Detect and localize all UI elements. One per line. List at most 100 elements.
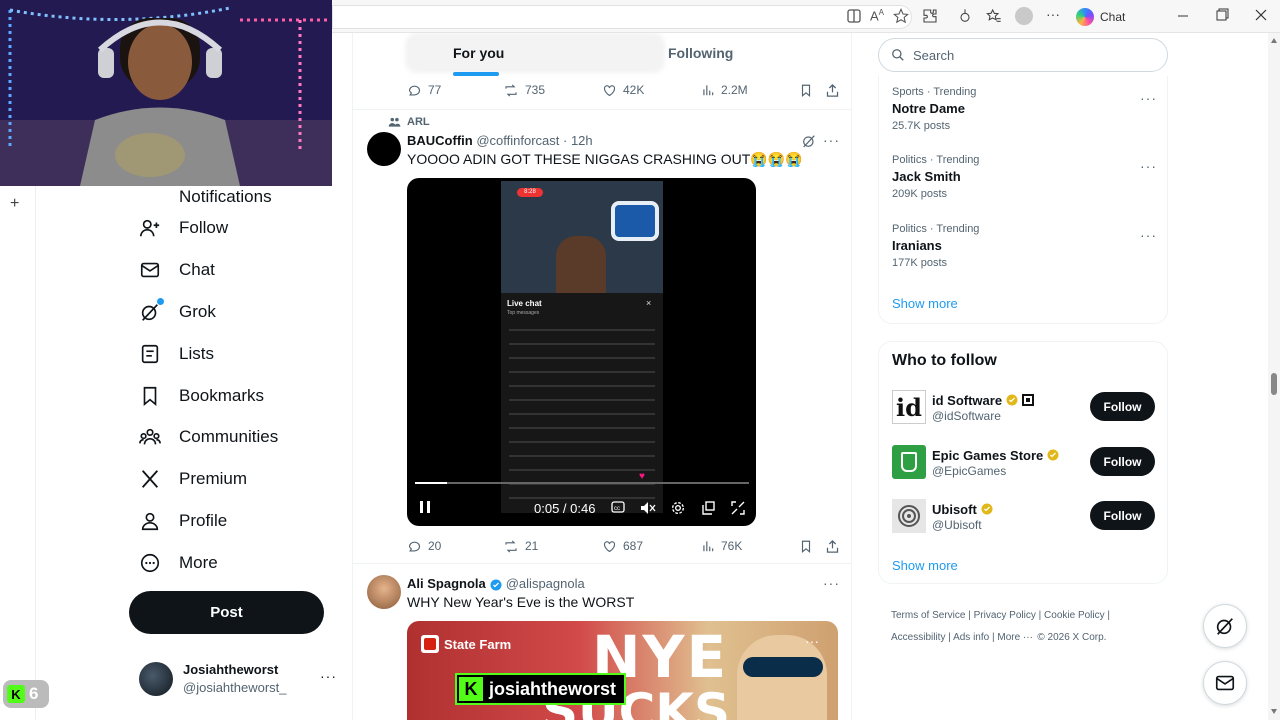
author-handle[interactable]: @coffinforcast [476, 133, 559, 148]
footer-ads[interactable]: Ads info [953, 632, 989, 643]
maximize-window-icon[interactable] [1215, 8, 1231, 24]
share-icon[interactable] [825, 539, 840, 554]
tab-following[interactable]: Following [668, 45, 733, 61]
nav-item-bookmarks[interactable]: Bookmarks [139, 376, 264, 416]
tweet-more-icon[interactable]: ··· [823, 575, 840, 591]
like-button[interactable]: 687 [602, 539, 643, 554]
footer-more[interactable]: More ··· [997, 632, 1033, 643]
favorites-list-icon[interactable] [986, 8, 1004, 26]
reply-button[interactable]: 77 [407, 83, 441, 98]
nav-item-chat[interactable]: Chat [139, 250, 215, 290]
footer-accessibility[interactable]: Accessibility [891, 632, 945, 643]
avatar[interactable] [367, 132, 401, 166]
trend-item[interactable]: Politics · Trending Jack Smith 209K post… [892, 154, 1162, 214]
read-aloud-icon[interactable]: AA [870, 8, 888, 26]
extensions-icon[interactable] [922, 8, 940, 26]
browser-profile-icon[interactable] [1015, 7, 1033, 25]
who-to-follow-panel: Who to follow id id Software @idSoftware… [878, 341, 1168, 584]
nav-item-communities[interactable]: Communities [139, 417, 278, 457]
suggestion-name[interactable]: Epic Games Store [932, 448, 1043, 463]
scroll-up-icon[interactable] [1271, 38, 1277, 43]
tweet-time[interactable]: · 12h [563, 133, 593, 148]
share-icon[interactable] [825, 83, 840, 98]
follow-label: Follow [1103, 399, 1142, 414]
browser-menu-icon[interactable]: ··· [1046, 6, 1064, 24]
bookmark-icon[interactable] [799, 83, 813, 98]
account-switcher[interactable]: Josiahtheworst @josiahtheworst_ ··· [139, 660, 339, 700]
reply-button[interactable]: 20 [407, 539, 441, 554]
scroll-down-icon[interactable] [1271, 709, 1277, 714]
epic-games-logo-icon[interactable] [892, 445, 926, 479]
browser-essentials-icon[interactable] [957, 8, 975, 26]
show-more-link[interactable]: Show more [892, 558, 958, 573]
close-window-icon[interactable] [1254, 8, 1270, 24]
show-more-link[interactable]: Show more [892, 296, 958, 311]
trend-item[interactable]: Politics · Trending Iranians 177K posts … [892, 223, 1162, 283]
pause-icon[interactable] [419, 500, 431, 514]
footer-terms[interactable]: Terms of Service [891, 610, 965, 621]
community-label[interactable]: ARL [407, 116, 430, 128]
thumbnail-more-icon[interactable]: ··· [805, 633, 819, 649]
like-button[interactable]: 42K [602, 83, 644, 98]
trend-item[interactable]: Sports · Trending Notre Dame 25.7K posts… [892, 86, 1162, 146]
follow-button[interactable]: Follow [1090, 392, 1155, 421]
follow-button[interactable]: Follow [1090, 501, 1155, 530]
ubisoft-logo-icon[interactable] [892, 499, 926, 533]
video-player[interactable]: 8:28 Live chat Top messages × ♥ 0:05 / 0… [407, 178, 756, 526]
page-scrollbar[interactable] [1268, 33, 1280, 720]
favorite-star-icon[interactable] [893, 8, 911, 26]
like-count: 687 [623, 539, 644, 553]
bookmark-icon[interactable] [799, 539, 813, 554]
trend-more-icon[interactable]: ··· [1140, 158, 1157, 174]
author-name[interactable]: BAUCoffin [407, 133, 473, 148]
video-thumbnail[interactable]: State Farm NYE SUCKS ··· K josiahthewors… [407, 621, 838, 720]
trend-more-icon[interactable]: ··· [1140, 227, 1157, 243]
scrollbar-thumb[interactable] [1271, 373, 1277, 395]
id-software-logo-icon[interactable]: id [892, 390, 926, 424]
captions-icon[interactable]: cc [611, 501, 625, 514]
picture-in-picture-icon[interactable] [701, 501, 715, 515]
account-more-icon[interactable]: ··· [320, 668, 337, 684]
mute-icon[interactable] [640, 501, 656, 515]
grok-explain-icon[interactable] [801, 133, 817, 149]
settings-gear-icon[interactable] [670, 500, 686, 516]
fullscreen-icon[interactable] [731, 501, 745, 515]
address-bar[interactable] [332, 5, 912, 29]
chat-icon [139, 259, 161, 281]
nav-label: Communities [179, 427, 279, 446]
tab-for-you[interactable]: For you [453, 45, 504, 61]
streamer-figure [556, 236, 606, 293]
repost-button[interactable]: 735 [503, 83, 545, 98]
suggestion-name[interactable]: id Software [932, 393, 1002, 408]
nav-item-notifications[interactable]: Notifications [139, 168, 272, 204]
grok-floating-button[interactable] [1203, 604, 1247, 648]
views-button[interactable]: 2.2M [701, 83, 748, 97]
heart-icon: ♥ [639, 471, 645, 482]
suggestion-name[interactable]: Ubisoft [932, 502, 977, 517]
tweet-more-icon[interactable]: ··· [823, 132, 840, 148]
nav-item-lists[interactable]: Lists [139, 334, 214, 374]
video-progress-track[interactable] [415, 482, 749, 484]
footer-cookie[interactable]: Cookie Policy [1044, 610, 1105, 621]
nav-item-follow[interactable]: Follow [139, 208, 228, 248]
nav-item-more[interactable]: More [139, 543, 218, 583]
repost-count: 735 [525, 83, 546, 97]
nav-item-grok[interactable]: Grok [139, 292, 216, 332]
add-icon[interactable]: + [10, 195, 19, 213]
nav-item-profile[interactable]: Profile [139, 501, 227, 541]
author-handle[interactable]: @alispagnola [506, 576, 585, 591]
reader-view-icon[interactable] [846, 8, 864, 26]
trend-more-icon[interactable]: ··· [1140, 90, 1157, 106]
copilot-chat-button[interactable]: Chat [1072, 5, 1134, 29]
footer-privacy[interactable]: Privacy Policy [974, 610, 1036, 621]
nav-item-premium[interactable]: Premium [139, 459, 247, 499]
views-button[interactable]: 76K [701, 539, 742, 553]
messages-floating-button[interactable] [1203, 661, 1247, 705]
follow-button[interactable]: Follow [1090, 447, 1155, 476]
repost-button[interactable]: 21 [503, 539, 538, 554]
avatar[interactable] [367, 575, 401, 609]
minimize-window-icon[interactable] [1176, 8, 1192, 24]
search-input[interactable]: Search [878, 38, 1168, 72]
post-button[interactable]: Post [129, 591, 324, 634]
author-name[interactable]: Ali Spagnola [407, 576, 486, 591]
